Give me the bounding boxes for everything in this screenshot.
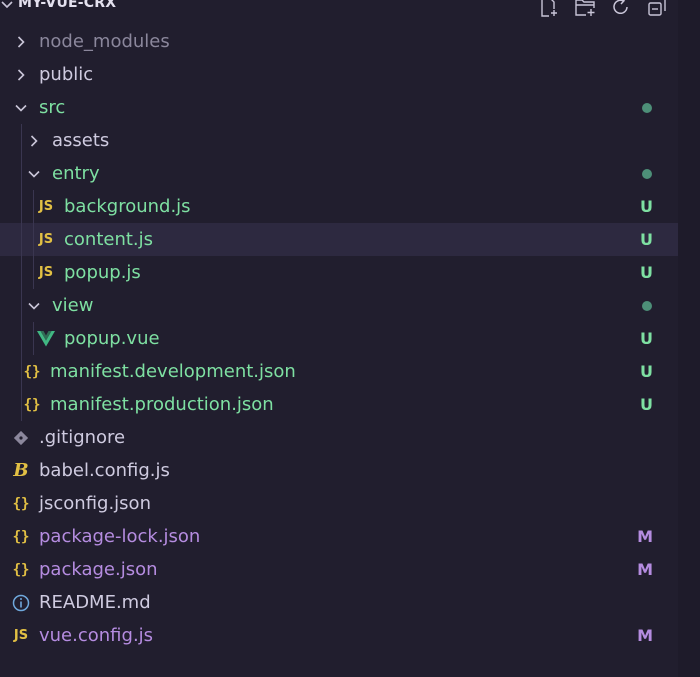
refresh-icon[interactable] — [610, 0, 632, 18]
chevron-right-icon[interactable] — [14, 35, 28, 49]
new-file-icon[interactable] — [538, 0, 560, 18]
chevron-right-icon[interactable] — [14, 68, 28, 82]
json-file-icon: {} — [23, 363, 41, 380]
tree-item-label: package.json — [39, 559, 158, 580]
tree-item-label: jsconfig.json — [39, 493, 151, 514]
chevron-down-icon[interactable] — [14, 101, 28, 115]
file-item[interactable]: README.md — [0, 586, 678, 619]
babel-file-icon: B — [13, 460, 29, 481]
git-file-icon — [11, 430, 31, 445]
indent-guide — [33, 190, 34, 223]
info-file-icon — [11, 594, 31, 612]
chevron-down-icon[interactable] — [27, 167, 41, 181]
chevron-down-icon[interactable] — [27, 299, 41, 313]
tree-item-label: README.md — [39, 592, 151, 613]
git-status-badge: M — [637, 626, 653, 645]
file-item[interactable]: {} manifest.production.json U — [0, 388, 678, 421]
indent-guide — [21, 223, 22, 256]
collapse-all-icon[interactable] — [646, 0, 668, 18]
indent-guide — [33, 256, 34, 289]
folder-item[interactable]: entry — [0, 157, 678, 190]
indent-guide — [21, 289, 22, 322]
indent-guide — [21, 190, 22, 223]
tree-item-label: entry — [52, 163, 100, 184]
file-item[interactable]: {} jsconfig.json — [0, 487, 678, 520]
file-item[interactable]: .gitignore — [0, 421, 678, 454]
json-file-icon: {} — [12, 495, 30, 512]
tree-item-label: manifest.production.json — [50, 394, 274, 415]
explorer-actions — [538, 0, 668, 18]
git-status-badge: U — [640, 362, 653, 381]
git-status-badge: M — [637, 527, 653, 546]
git-status-badge: U — [640, 395, 653, 414]
tree-item-label: .gitignore — [39, 427, 126, 448]
tree-item-label: vue.config.js — [39, 625, 154, 646]
js-file-icon: JS — [38, 232, 54, 247]
tree-item-label: popup.vue — [64, 328, 160, 349]
explorer-header[interactable]: MY-VUE-CRX — [0, 0, 678, 20]
git-status-dot — [642, 300, 652, 311]
indent-guide — [21, 322, 22, 355]
file-explorer: MY-VUE-CRX node_modulespublic src assets en… — [0, 0, 700, 677]
scrollbar-track[interactable] — [678, 0, 700, 677]
chevron-down-icon[interactable] — [0, 0, 14, 14]
tree-item-label: public — [39, 64, 94, 85]
json-file-icon: {} — [12, 561, 30, 578]
folder-item[interactable]: src — [0, 91, 678, 124]
js-file-icon: JS — [13, 628, 29, 643]
file-item[interactable]: {} package.json M — [0, 553, 678, 586]
tree-item-label: popup.js — [64, 262, 141, 283]
json-file-icon: {} — [12, 528, 30, 545]
tree-item-label: babel.config.js — [39, 460, 170, 481]
git-status-badge: U — [640, 263, 653, 282]
folder-item[interactable]: public — [0, 58, 678, 91]
indent-guide — [33, 223, 34, 256]
file-tree: node_modulespublic src assets entry JS backgr… — [0, 25, 678, 652]
file-item[interactable]: popup.vue U — [0, 322, 678, 355]
tree-item-label: background.js — [64, 196, 191, 217]
git-status-dot — [642, 168, 652, 179]
explorer-title: MY-VUE-CRX — [18, 0, 117, 11]
file-item[interactable]: JS popup.js U — [0, 256, 678, 289]
folder-item[interactable]: node_modules — [0, 25, 678, 58]
file-item[interactable]: Bbabel.config.js — [0, 454, 678, 487]
tree-item-label: assets — [52, 130, 110, 151]
git-status-badge: M — [637, 560, 653, 579]
folder-item[interactable]: assets — [0, 124, 678, 157]
tree-item-label: view — [52, 295, 94, 316]
indent-guide — [21, 157, 22, 190]
file-item[interactable]: {} package-lock.json M — [0, 520, 678, 553]
json-file-icon: {} — [23, 396, 41, 413]
folder-item[interactable]: view — [0, 289, 678, 322]
git-status-badge: U — [640, 329, 653, 348]
chevron-right-icon[interactable] — [27, 134, 41, 148]
tree-item-label: content.js — [64, 229, 154, 250]
git-status-badge: U — [640, 230, 653, 249]
js-file-icon: JS — [38, 199, 54, 214]
file-item[interactable]: {} manifest.development.json U — [0, 355, 678, 388]
new-folder-icon[interactable] — [574, 0, 596, 18]
indent-guide — [21, 124, 22, 157]
tree-item-label: package-lock.json — [39, 526, 201, 547]
tree-item-label: manifest.development.json — [50, 361, 296, 382]
js-file-icon: JS — [38, 265, 54, 280]
git-status-dot — [642, 102, 652, 113]
file-item[interactable]: JS vue.config.js M — [0, 619, 678, 652]
indent-guide — [21, 256, 22, 289]
vue-file-icon — [36, 330, 56, 347]
file-item[interactable]: JS background.js U — [0, 190, 678, 223]
file-item[interactable]: JS content.js U — [0, 223, 678, 256]
git-status-badge: U — [640, 197, 653, 216]
tree-item-label: node_modules — [39, 31, 170, 52]
indent-guide — [33, 322, 34, 355]
tree-item-label: src — [39, 97, 66, 118]
